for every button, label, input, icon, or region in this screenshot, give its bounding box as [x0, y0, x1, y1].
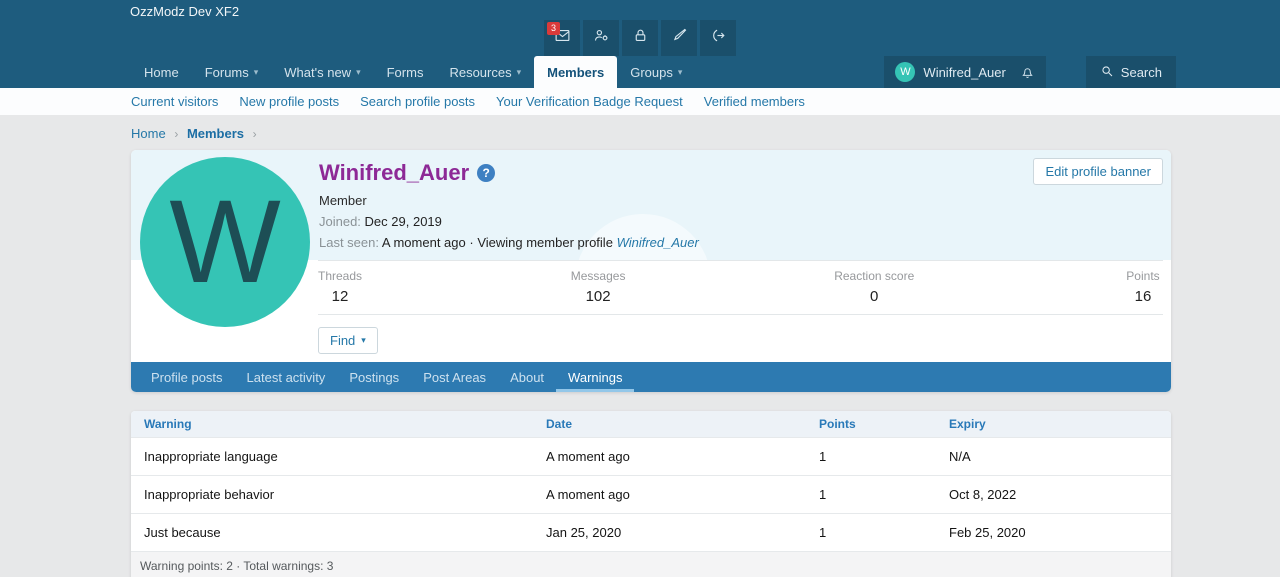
user-groups-button[interactable]: [583, 20, 619, 56]
edit-profile-banner-button[interactable]: Edit profile banner: [1033, 158, 1163, 185]
warnings-table-header: Warning Date Points Expiry: [131, 411, 1171, 437]
tab-postings[interactable]: Postings: [337, 362, 411, 392]
users-gear-icon: [593, 27, 610, 49]
search-icon: [1100, 64, 1114, 81]
last-seen-value: A moment ago: [381, 235, 466, 250]
chevron-down-icon: ▾: [677, 66, 683, 77]
user-title: Member: [319, 193, 367, 208]
breadcrumb-separator: ›: [174, 127, 179, 141]
column-header-warning: Warning: [144, 417, 192, 431]
stat-points[interactable]: Points 16: [1123, 269, 1163, 305]
breadcrumb-separator: ›: [252, 127, 257, 141]
breadcrumb: Home › Members ›: [0, 115, 1280, 150]
nav-item-forums[interactable]: Forums ▾: [192, 56, 272, 88]
table-row[interactable]: Just because Jan 25, 2020 1 Feb 25, 2020: [131, 513, 1171, 551]
search-button[interactable]: Search: [1085, 56, 1176, 88]
find-button[interactable]: Find ▾: [318, 327, 378, 354]
nav-item-home[interactable]: Home: [131, 56, 192, 88]
profile-avatar[interactable]: W: [140, 157, 310, 327]
column-header-points: Points: [819, 417, 856, 431]
tab-profile-posts[interactable]: Profile posts: [139, 362, 235, 392]
logout-button[interactable]: [700, 20, 736, 56]
nav-item-forms[interactable]: Forms: [374, 56, 437, 88]
nav-item-members[interactable]: Members: [534, 56, 618, 88]
profile-username: Winifred_Auer: [319, 160, 470, 185]
subnav-search-profile-posts[interactable]: Search profile posts: [360, 94, 475, 109]
brush-button[interactable]: [661, 20, 697, 56]
stat-reaction-score[interactable]: Reaction score 0: [834, 269, 914, 305]
nav-item-resources[interactable]: Resources ▾: [436, 56, 534, 88]
profile-stats: Threads 12 Messages 102 Reaction score 0…: [318, 260, 1163, 315]
column-header-date: Date: [546, 417, 573, 431]
joined-date: Dec 29, 2019: [364, 214, 442, 229]
find-row: Find ▾: [131, 315, 1171, 362]
nav-item-groups[interactable]: Groups ▾: [617, 56, 695, 88]
table-row[interactable]: Inappropriate language A moment ago 1 N/…: [131, 437, 1171, 475]
stat-messages[interactable]: Messages 102: [571, 269, 626, 305]
breadcrumb-home[interactable]: Home: [131, 126, 166, 141]
joined-line: Joined: Dec 29, 2019: [319, 214, 442, 229]
tab-about[interactable]: About: [498, 362, 556, 392]
header-toolbar: 3: [544, 20, 736, 56]
alerts-bell-button[interactable]: [1020, 65, 1035, 80]
inbox-button[interactable]: 3: [544, 20, 580, 56]
tab-warnings[interactable]: Warnings: [556, 362, 635, 392]
subnav-verified-members[interactable]: Verified members: [704, 94, 805, 109]
nav-item-whats-new[interactable]: What's new ▾: [271, 56, 373, 88]
chevron-down-icon: ▾: [516, 66, 522, 77]
profile-card: W Edit profile banner Winifred_Auer ? Me…: [131, 150, 1171, 392]
chevron-down-icon: ▾: [356, 66, 361, 77]
brush-icon: [671, 27, 688, 49]
chevron-down-icon: ▾: [253, 66, 259, 77]
tab-latest-activity[interactable]: Latest activity: [235, 362, 338, 392]
help-icon[interactable]: ?: [477, 164, 496, 182]
subnav-current-visitors[interactable]: Current visitors: [131, 94, 218, 109]
subnav-verification-badge-request[interactable]: Your Verification Badge Request: [496, 94, 683, 109]
inbox-badge: 3: [547, 22, 560, 35]
viewed-profile-link[interactable]: Winifred_Auer: [617, 235, 699, 250]
stat-threads[interactable]: Threads 12: [318, 269, 362, 305]
lock-icon: [632, 27, 649, 49]
site-title[interactable]: OzzModz Dev XF2: [130, 4, 239, 19]
main-nav: Home Forums ▾ What's new ▾ Forms Resources…: [0, 56, 1280, 88]
lock-button[interactable]: [622, 20, 658, 56]
table-row[interactable]: Inappropriate behavior A moment ago 1 Oc…: [131, 475, 1171, 513]
last-seen-line: Last seen: A moment ago · Viewing member…: [319, 235, 699, 250]
site-header: OzzModz Dev XF2 3 Home Forums ▾ What's ne…: [0, 0, 1280, 88]
tab-post-areas[interactable]: Post Areas: [411, 362, 498, 392]
logout-icon: [710, 27, 727, 49]
profile-tabbar: Profile posts Latest activity Postings P…: [131, 362, 1171, 392]
warnings-table: Warning Date Points Expiry Inappropriate…: [131, 411, 1171, 577]
nav-right-group: W Winifred_Auer Search: [884, 56, 1176, 88]
breadcrumb-members[interactable]: Members: [187, 126, 244, 141]
column-header-expiry: Expiry: [949, 417, 986, 431]
members-subnav: Current visitors New profile posts Searc…: [0, 88, 1280, 115]
account-username: Winifred_Auer: [923, 64, 1006, 80]
warnings-summary: Warning points: 2 · Total warnings: 3: [131, 551, 1171, 577]
account-menu-button[interactable]: W Winifred_Auer: [884, 56, 1046, 88]
chevron-down-icon: ▾: [361, 335, 366, 345]
avatar: W: [895, 62, 916, 82]
subnav-new-profile-posts[interactable]: New profile posts: [239, 94, 339, 109]
